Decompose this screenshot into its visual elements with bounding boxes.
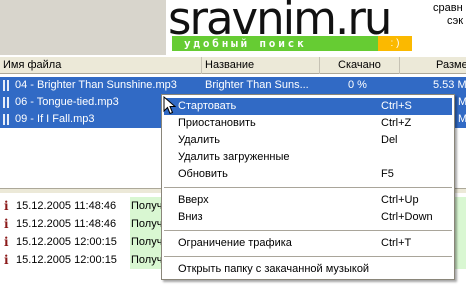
menu-item-label: Обновить — [178, 168, 228, 180]
file-size: 5.53 M — [433, 79, 466, 91]
file-row[interactable]: 04 - Brighter Than Sunshine.mp3 Brighter… — [0, 77, 466, 94]
menu-item-shortcut: Ctrl+T — [381, 237, 412, 249]
mouse-cursor-icon — [163, 96, 177, 115]
pause-icon — [3, 114, 10, 125]
menu-item-label: Удалить загруженные — [178, 151, 290, 163]
pause-icon — [3, 80, 10, 91]
menu-item-refresh[interactable]: Обновить F5 — [164, 166, 452, 183]
banner-side-line2: сэк — [447, 15, 464, 27]
file-downloaded: 0 % — [348, 79, 367, 91]
file-size: M — [458, 113, 466, 125]
menu-separator — [164, 187, 452, 188]
log-time: 15.12.2005 12:00:15 — [16, 254, 117, 266]
column-header-title[interactable]: Название — [202, 57, 320, 74]
banner-tagline-smiley: : ) — [378, 36, 412, 51]
menu-item-shortcut: Del — [381, 134, 398, 146]
menu-item-open-folder[interactable]: Открыть папку с закачанной музыкой — [164, 261, 452, 278]
menu-item-label: Вниз — [178, 211, 203, 223]
menu-item-shortcut: Ctrl+Z — [381, 117, 412, 129]
menu-item-label: Вверх — [178, 194, 209, 206]
context-menu: Стартовать Ctrl+S Приостановить Ctrl+Z У… — [161, 94, 455, 280]
menu-item-delete[interactable]: Удалить Del — [164, 132, 452, 149]
banner-side-line1: сравн — [433, 2, 463, 14]
ad-banner[interactable]: sravnim.ru удобный поиск : ) сравн сэк — [0, 0, 466, 55]
menu-separator — [164, 230, 452, 231]
column-header-downloaded[interactable]: Скачано — [320, 57, 400, 74]
menu-item-up[interactable]: Вверх Ctrl+Up — [164, 192, 452, 209]
menu-item-shortcut: Ctrl+Down — [381, 211, 433, 223]
menu-item-shortcut: Ctrl+S — [381, 100, 412, 112]
column-header-filename[interactable]: Имя файла — [0, 57, 202, 74]
info-icon: i — [4, 253, 9, 267]
menu-item-label: Удалить — [178, 134, 220, 146]
column-header-size[interactable]: Разме — [400, 57, 466, 74]
log-time: 15.12.2005 11:48:46 — [16, 218, 117, 230]
log-message: Получ — [131, 218, 163, 230]
log-message: Получ — [131, 254, 163, 266]
menu-item-shortcut: Ctrl+Up — [381, 194, 419, 206]
menu-separator — [164, 256, 452, 257]
file-title: Brighter Than Suns... — [205, 79, 309, 91]
log-time: 15.12.2005 11:48:46 — [16, 200, 117, 212]
file-name: 06 - Tongue-tied.mp3 — [15, 96, 119, 108]
menu-item-label: Ограничение трафика — [178, 237, 292, 249]
log-message: Получ — [131, 200, 163, 212]
menu-item-shortcut: F5 — [381, 168, 394, 180]
file-list-header: Имя файла Название Скачано Разме — [0, 57, 466, 74]
info-icon: i — [4, 235, 9, 249]
log-message: Получ — [131, 236, 163, 248]
banner-tagline: удобный поиск — [172, 36, 412, 51]
file-name: 09 - If I Fall.mp3 — [15, 113, 95, 125]
pause-icon — [3, 97, 10, 108]
menu-item-label: Приостановить — [178, 117, 256, 129]
file-name: 04 - Brighter Than Sunshine.mp3 — [15, 79, 177, 91]
menu-item-down[interactable]: Вниз Ctrl+Down — [164, 209, 452, 226]
menu-item-delete-downloaded[interactable]: Удалить загруженные — [164, 149, 452, 166]
info-icon: i — [4, 199, 9, 213]
menu-item-start[interactable]: Стартовать Ctrl+S — [164, 98, 452, 115]
file-size: M — [458, 96, 466, 108]
menu-item-traffic-limit[interactable]: Ограничение трафика Ctrl+T — [164, 235, 452, 252]
menu-item-label: Открыть папку с закачанной музыкой — [178, 263, 370, 275]
log-time: 15.12.2005 12:00:15 — [16, 236, 117, 248]
banner-side-text: сравн сэк — [433, 2, 463, 28]
menu-item-label: Стартовать — [178, 100, 237, 112]
info-icon: i — [4, 217, 9, 231]
menu-item-pause[interactable]: Приостановить Ctrl+Z — [164, 115, 452, 132]
